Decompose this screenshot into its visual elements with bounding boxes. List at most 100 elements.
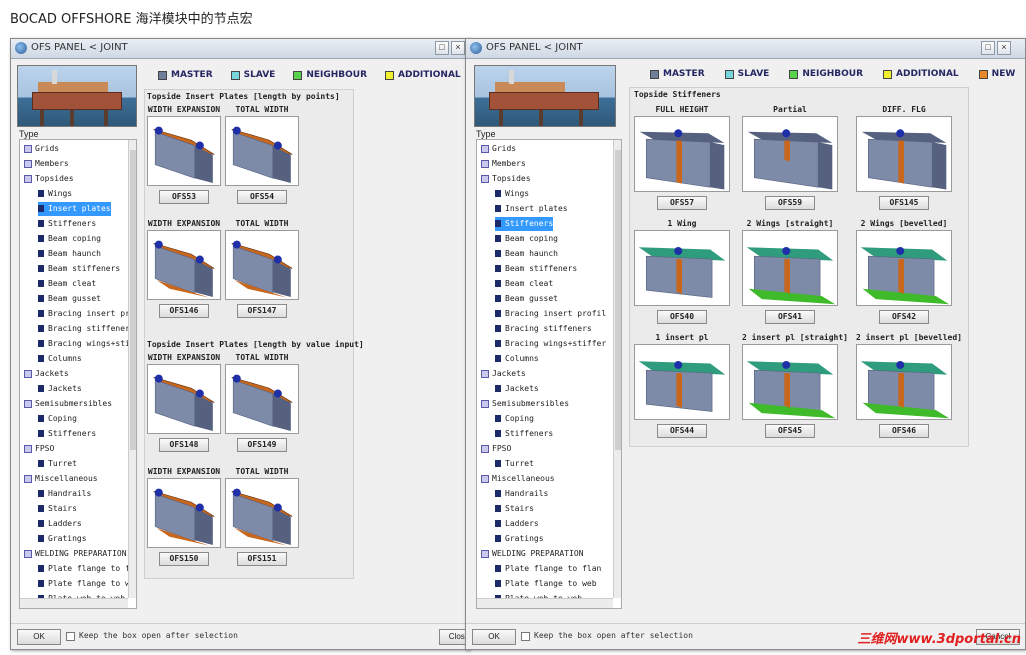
joint-preview-image[interactable]	[225, 478, 299, 548]
joint-macro-button[interactable]: OFS147	[237, 304, 287, 318]
tree-category[interactable]: WELDING PREPARATION	[24, 547, 127, 561]
joint-preview-image[interactable]	[856, 116, 952, 192]
tree-category[interactable]: Jackets	[24, 367, 69, 381]
tree-item[interactable]: Plate flange to web	[38, 577, 136, 591]
tree-item[interactable]: Bracing stiffeners	[495, 322, 592, 336]
tree-category[interactable]: Topsides	[481, 172, 531, 186]
tree-item[interactable]: Gratings	[495, 532, 544, 546]
joint-macro-button[interactable]: OFS46	[879, 424, 929, 438]
tree-category[interactable]: Members	[481, 157, 526, 171]
tree-item[interactable]: Plate flange to flan	[495, 562, 601, 576]
tree-item[interactable]: Handrails	[495, 487, 548, 501]
joint-macro-button[interactable]: OFS57	[657, 196, 707, 210]
joint-preview-image[interactable]	[742, 344, 838, 420]
tree-item[interactable]: Stairs	[38, 502, 77, 516]
joint-preview-image[interactable]	[225, 116, 299, 186]
tree-item[interactable]: Bracing wings+stiffe	[38, 337, 136, 351]
tree-item[interactable]: Stiffeners	[495, 217, 554, 231]
tree-item[interactable]: Beam stiffeners	[495, 262, 577, 276]
tree-item[interactable]: Bracing stiffeners	[38, 322, 135, 336]
tree-category[interactable]: Grids	[24, 142, 59, 156]
tree-item[interactable]: Stiffeners	[495, 427, 553, 441]
tree-item[interactable]: Handrails	[38, 487, 91, 501]
tree-item[interactable]: Beam cleat	[38, 277, 96, 291]
joint-preview-image[interactable]	[225, 230, 299, 300]
tree-item[interactable]: Beam haunch	[495, 247, 558, 261]
joint-preview-image[interactable]	[147, 364, 221, 434]
title-bar[interactable]: OFS PANEL < JOINT □ ×	[466, 39, 1025, 59]
joint-macro-button[interactable]: OFS150	[159, 552, 209, 566]
ok-button[interactable]: OK	[472, 629, 516, 645]
tree-category[interactable]: Members	[24, 157, 69, 171]
tree-category[interactable]: Semisubmersibles	[481, 397, 569, 411]
tree-item[interactable]: Coping	[38, 412, 77, 426]
tree-item[interactable]: Jackets	[495, 382, 539, 396]
joint-macro-button[interactable]: OFS44	[657, 424, 707, 438]
tree-category[interactable]: FPSO	[24, 442, 54, 456]
tree-item[interactable]: Insert plates	[495, 202, 568, 216]
tree-item[interactable]: Coping	[495, 412, 534, 426]
tree-category[interactable]: Topsides	[24, 172, 74, 186]
title-bar[interactable]: OFS PANEL < JOINT □ ×	[11, 39, 469, 59]
tree-item[interactable]: Beam haunch	[38, 247, 101, 261]
joint-preview-image[interactable]	[147, 116, 221, 186]
tree-item[interactable]: Plate flange to flan	[38, 562, 136, 576]
tree-item[interactable]: Ladders	[38, 517, 82, 531]
type-tree[interactable]: Plate web to webPlate flange to webPlate…	[476, 139, 622, 609]
joint-preview-image[interactable]	[856, 230, 952, 306]
joint-macro-button[interactable]: OFS148	[159, 438, 209, 452]
tree-item[interactable]: Beam coping	[495, 232, 558, 246]
tree-item[interactable]: Beam coping	[38, 232, 101, 246]
joint-macro-button[interactable]: OFS149	[237, 438, 287, 452]
tree-category[interactable]: FPSO	[481, 442, 511, 456]
type-tree[interactable]: Plate web to webPlate flange to webPlate…	[19, 139, 137, 609]
joint-preview-image[interactable]	[634, 230, 730, 306]
joint-macro-button[interactable]: OFS41	[765, 310, 815, 324]
tree-item[interactable]: Turret	[38, 457, 77, 471]
tree-item[interactable]: Gratings	[38, 532, 87, 546]
joint-macro-button[interactable]: OFS145	[879, 196, 929, 210]
joint-macro-button[interactable]: OFS53	[159, 190, 209, 204]
tree-category[interactable]: Jackets	[481, 367, 526, 381]
close-icon[interactable]: ×	[451, 41, 465, 55]
joint-macro-button[interactable]: OFS54	[237, 190, 287, 204]
tree-category[interactable]: Grids	[481, 142, 516, 156]
tree-item[interactable]: Wings	[495, 187, 529, 201]
tree-item[interactable]: Stiffeners	[38, 217, 96, 231]
joint-preview-image[interactable]	[742, 116, 838, 192]
tree-item[interactable]: Insert plates	[38, 202, 111, 216]
tree-item[interactable]: Plate flange to web	[495, 577, 597, 591]
maximize-icon[interactable]: □	[435, 41, 449, 55]
tree-item[interactable]: Beam stiffeners	[38, 262, 120, 276]
joint-macro-button[interactable]: OFS146	[159, 304, 209, 318]
joint-preview-image[interactable]	[634, 344, 730, 420]
tree-item[interactable]: Bracing insert profil	[38, 307, 136, 321]
tree-category[interactable]: Miscellaneous	[481, 472, 555, 486]
tree-vertical-scrollbar[interactable]	[128, 140, 136, 598]
tree-category[interactable]: Miscellaneous	[24, 472, 98, 486]
joint-preview-image[interactable]	[742, 230, 838, 306]
joint-macro-button[interactable]: OFS151	[237, 552, 287, 566]
maximize-icon[interactable]: □	[981, 41, 995, 55]
tree-item[interactable]: Beam gusset	[495, 292, 558, 306]
tree-item[interactable]: Turret	[495, 457, 534, 471]
tree-item[interactable]: Bracing wings+stiffer	[495, 337, 606, 351]
close-icon[interactable]: ×	[997, 41, 1011, 55]
tree-item[interactable]: Columns	[495, 352, 539, 366]
joint-macro-button[interactable]: OFS42	[879, 310, 929, 324]
keep-open-checkbox[interactable]	[521, 632, 530, 641]
tree-item[interactable]: Ladders	[495, 517, 539, 531]
joint-macro-button[interactable]: OFS59	[765, 196, 815, 210]
ok-button[interactable]: OK	[17, 629, 61, 645]
joint-preview-image[interactable]	[147, 478, 221, 548]
joint-macro-button[interactable]: OFS40	[657, 310, 707, 324]
joint-preview-image[interactable]	[856, 344, 952, 420]
joint-macro-button[interactable]: OFS45	[765, 424, 815, 438]
joint-preview-image[interactable]	[225, 364, 299, 434]
tree-horizontal-scrollbar[interactable]	[477, 598, 613, 608]
tree-item[interactable]: Bracing insert profil	[495, 307, 606, 321]
tree-item[interactable]: Wings	[38, 187, 72, 201]
tree-category[interactable]: Semisubmersibles	[24, 397, 112, 411]
joint-preview-image[interactable]	[147, 230, 221, 300]
tree-item[interactable]: Beam cleat	[495, 277, 553, 291]
